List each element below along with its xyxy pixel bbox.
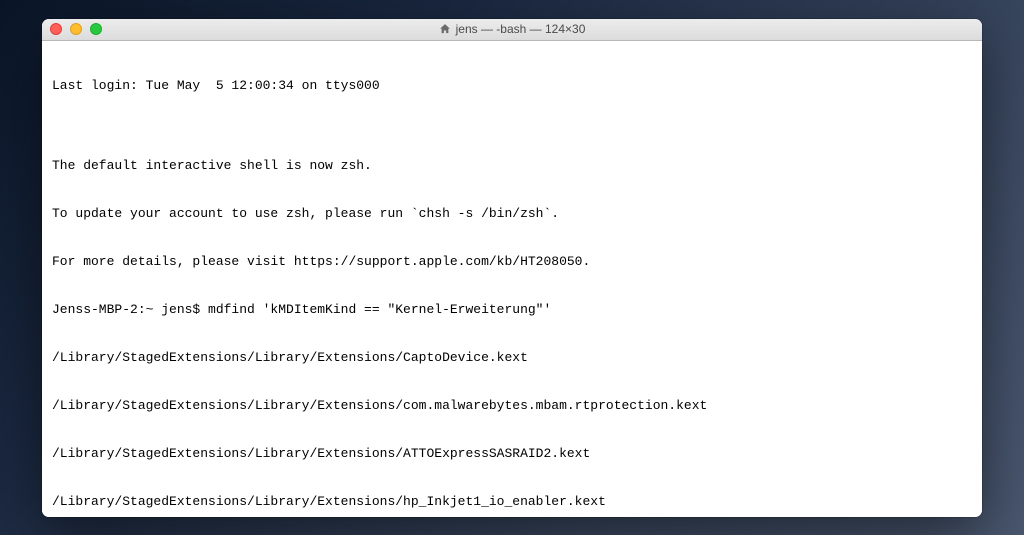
terminal-window: jens — -bash — 124×30 Last login: Tue Ma… bbox=[42, 19, 982, 517]
zsh-notice-line: The default interactive shell is now zsh… bbox=[52, 158, 972, 174]
terminal-body[interactable]: Last login: Tue May 5 12:00:34 on ttys00… bbox=[42, 41, 982, 517]
zsh-notice-line: For more details, please visit https://s… bbox=[52, 254, 972, 270]
window-title: jens — -bash — 124×30 bbox=[456, 22, 586, 36]
home-icon bbox=[439, 23, 451, 35]
zsh-notice-line: To update your account to use zsh, pleas… bbox=[52, 206, 972, 222]
last-login-line: Last login: Tue May 5 12:00:34 on ttys00… bbox=[52, 78, 972, 94]
traffic-lights bbox=[50, 23, 102, 35]
output-line: /Library/StagedExtensions/Library/Extens… bbox=[52, 398, 972, 414]
maximize-button[interactable] bbox=[90, 23, 102, 35]
titlebar[interactable]: jens — -bash — 124×30 bbox=[42, 19, 982, 41]
close-button[interactable] bbox=[50, 23, 62, 35]
minimize-button[interactable] bbox=[70, 23, 82, 35]
window-title-container: jens — -bash — 124×30 bbox=[50, 22, 974, 36]
output-line: /Library/StagedExtensions/Library/Extens… bbox=[52, 350, 972, 366]
output-line: /Library/StagedExtensions/Library/Extens… bbox=[52, 494, 972, 510]
command-line: Jenss-MBP-2:~ jens$ mdfind 'kMDItemKind … bbox=[52, 302, 972, 318]
output-line: /Library/StagedExtensions/Library/Extens… bbox=[52, 446, 972, 462]
